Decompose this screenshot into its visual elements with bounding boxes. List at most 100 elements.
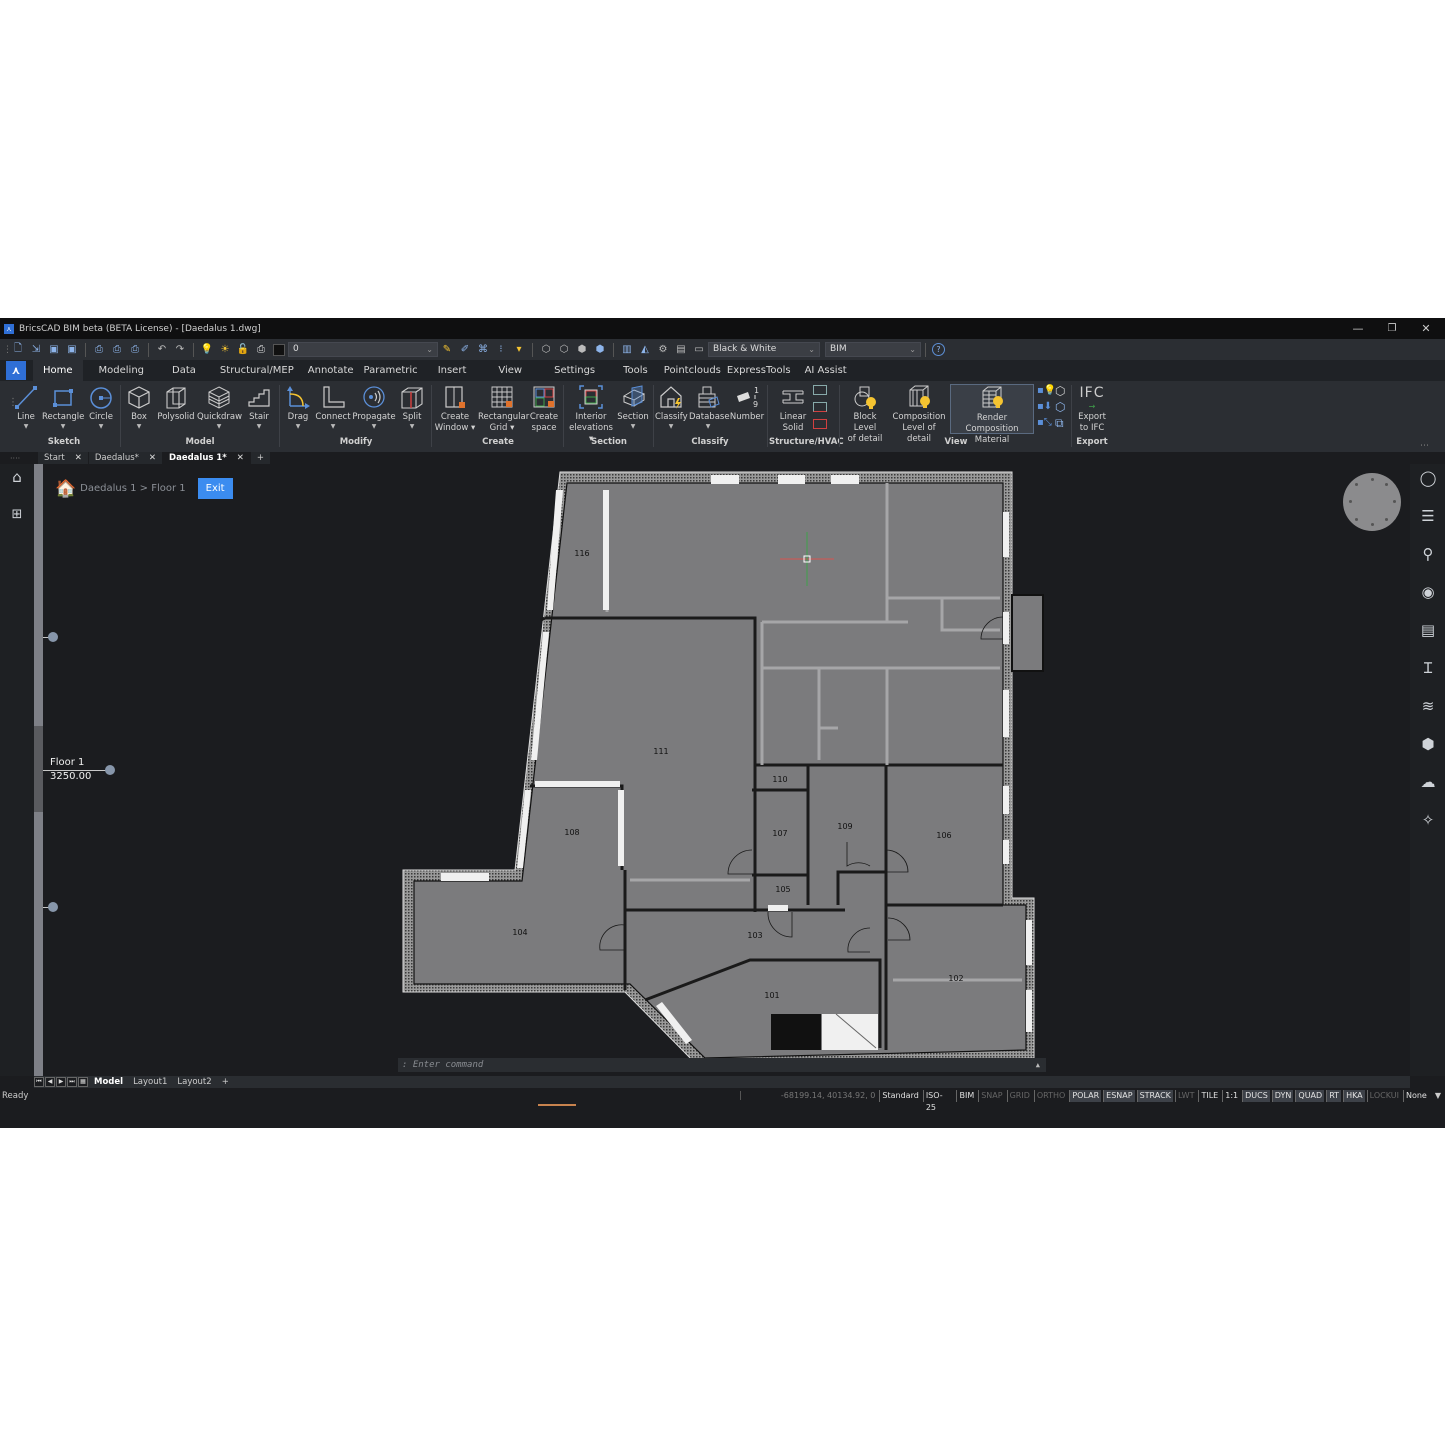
propagate-panel-icon[interactable]: ◉ (1418, 582, 1438, 602)
undo-icon[interactable]: ↶ (155, 343, 169, 357)
status-toggle-polar[interactable]: POLAR (1069, 1089, 1102, 1102)
connect-tool[interactable]: Connect ▼ (315, 384, 351, 431)
polysolid-tool[interactable]: Polysolid (156, 384, 196, 423)
view-cube-blue-icon[interactable]: ⬡ (1055, 400, 1065, 414)
properties-icon[interactable]: ▥ (620, 343, 634, 357)
tab-modeling[interactable]: Modeling (89, 360, 155, 381)
number-tool[interactable]: 19 Number (729, 384, 765, 423)
layer-plot-icon[interactable]: ⎙ (254, 343, 268, 357)
export-ifc-tool[interactable]: IFC → Export to IFC (1074, 384, 1110, 434)
open-file-icon[interactable]: ⇲ (29, 343, 43, 357)
status-toggle-1-1[interactable]: 1:1 (1222, 1089, 1240, 1102)
view-top-icon[interactable]: ⬡ (539, 343, 553, 357)
status-toggle-standard[interactable]: Standard (879, 1089, 920, 1102)
layer-match-icon[interactable]: ✎ (440, 343, 454, 357)
close-button[interactable]: ✕ (1409, 318, 1443, 339)
command-line-input[interactable]: : Enter command ▲ (398, 1058, 1046, 1072)
layer-thaw-icon[interactable]: ☀ (218, 343, 232, 357)
status-toggle-snap[interactable]: SNAP (978, 1089, 1004, 1102)
cloud-upload-icon[interactable]: ☁ (1418, 772, 1438, 792)
tab-settings[interactable]: Settings (544, 360, 605, 381)
balloon-icon[interactable]: ⚲ (1418, 544, 1438, 564)
structure-tree-icon[interactable]: ⊞ (8, 506, 26, 524)
block-level-of-detail-tool[interactable]: Block Level of detail (842, 384, 888, 445)
document-icon[interactable]: ▤ (674, 343, 688, 357)
layer-unlock-icon[interactable]: 🔓 (236, 343, 250, 357)
box-tool[interactable]: Box ▼ (126, 384, 152, 431)
section-tool[interactable]: Section ▼ (617, 384, 649, 431)
layer-on-icon[interactable]: 💡 (200, 343, 214, 357)
command-history-toggle-icon[interactable]: ▲ (1036, 1058, 1040, 1072)
stair-tool[interactable]: Stair ▼ (245, 384, 273, 431)
tab-data[interactable]: Data (162, 360, 206, 381)
tab-view[interactable]: View (488, 360, 532, 381)
layer-states-icon[interactable]: ⌘ (476, 343, 490, 357)
status-toggle-tile[interactable]: TILE (1198, 1089, 1220, 1102)
line-tool[interactable]: Line ▼ (12, 384, 40, 431)
tab-annotate[interactable]: Annotate (304, 360, 358, 381)
navigation-wheel[interactable] (1343, 473, 1401, 531)
print-preview-icon[interactable]: ⎙ (92, 343, 106, 357)
add-layout-button[interactable]: + (217, 1077, 234, 1087)
compositions-icon[interactable]: ▤ (1418, 620, 1438, 640)
status-toggle-lockui[interactable]: LOCKUI (1366, 1089, 1401, 1102)
drawing-viewport[interactable]: 🏠 Daedalus 1 > Floor 1 Exit Floor 1 3250… (43, 464, 1410, 1076)
status-toggle-grid[interactable]: GRID (1006, 1089, 1032, 1102)
render-composition-material-tool[interactable]: Render Composition Material (950, 384, 1034, 445)
layout-grid-icon[interactable]: ▦ (78, 1077, 88, 1087)
status-toggle-lwt[interactable]: LWT (1174, 1089, 1197, 1102)
status-toggle-none[interactable]: None (1402, 1089, 1429, 1102)
pin-icon[interactable]: ✧ (1418, 810, 1438, 830)
workspace-dropdown[interactable]: BIM ⌄ (825, 342, 921, 357)
last-layout-icon[interactable]: ⏭ (67, 1077, 77, 1087)
quickdraw-tool[interactable]: Quickdraw ▼ (197, 384, 242, 431)
new-file-icon[interactable]: 🗋 (11, 343, 25, 357)
tabs-grip[interactable]: ···· (0, 454, 38, 463)
render-window-icon[interactable]: ▭ (692, 343, 706, 357)
status-toggle-hka[interactable]: HKA (1343, 1089, 1365, 1102)
drag-tool[interactable]: Drag ▼ (284, 384, 312, 431)
tab-home[interactable]: Home (33, 360, 83, 381)
view-iso-icon[interactable]: ⬡ (557, 343, 571, 357)
composition-level-of-detail-tool[interactable]: Composition Level of detail (890, 384, 948, 445)
layer-color-swatch[interactable] (273, 343, 285, 356)
layer-bulb-icon[interactable]: ▾ (512, 343, 526, 357)
beam-profile-icon[interactable] (813, 385, 827, 395)
layout-tab-layout2[interactable]: Layout2 (172, 1077, 216, 1087)
profiles-icon[interactable]: Ɪ (1418, 658, 1438, 678)
lightbulb-icon[interactable]: ◯ (1418, 468, 1438, 488)
new-tab-button[interactable]: + (250, 452, 271, 464)
help-icon[interactable]: ? (932, 343, 945, 356)
print-icon[interactable]: ⎙ (110, 343, 124, 357)
save-as-icon[interactable]: ▣ (65, 343, 79, 357)
first-layout-icon[interactable]: ⏮ (34, 1077, 44, 1087)
layer-iso-icon[interactable]: ⁝ (494, 343, 508, 357)
floor-plan[interactable]: 116 111 110 108 107 109 106 105 104 103 … (43, 464, 1410, 1076)
tab-pointclouds[interactable]: Pointclouds (662, 360, 723, 381)
tab-ai-assist[interactable]: AI Assist (795, 360, 857, 381)
linear-solid-tool[interactable]: Linear Solid (776, 384, 810, 434)
rectangular-grid-tool[interactable]: Rectangular Grid ▾ (478, 384, 529, 434)
view-layers-icon[interactable]: ⧉ (1055, 416, 1064, 431)
split-tool[interactable]: Split ▼ (398, 384, 426, 431)
status-toggle-bim[interactable]: BIM (956, 1089, 976, 1102)
doc-tab-daedalus[interactable]: Daedalus* ✕ (88, 452, 163, 464)
rectangle-tool[interactable]: Rectangle ▼ (42, 384, 84, 431)
tab-expresstools[interactable]: ExpressTools (723, 360, 795, 381)
status-toggle-iso-25[interactable]: ISO-25 (922, 1089, 955, 1112)
view-cube-outline-icon[interactable]: ⬡ (1055, 384, 1065, 398)
status-toggle-quad[interactable]: QUAD (1295, 1089, 1325, 1102)
next-layout-icon[interactable]: ▶ (56, 1077, 66, 1087)
status-toggle-ortho[interactable]: ORTHO (1033, 1089, 1067, 1102)
lod-toggle-2-icon[interactable]: ▪⬇ (1037, 401, 1052, 412)
properties-sliders-icon[interactable]: ☰ (1418, 506, 1438, 526)
building-level-bar[interactable] (34, 464, 43, 1076)
status-toggle-rt[interactable]: RT (1326, 1089, 1342, 1102)
redo-icon[interactable]: ↷ (173, 343, 187, 357)
view-front-icon[interactable]: ⬢ (575, 343, 589, 357)
layer-dropdown[interactable]: 0 ⌄ (288, 342, 438, 357)
restore-button[interactable]: ❐ (1375, 318, 1409, 339)
library-icon[interactable]: ⬢ (1418, 734, 1438, 754)
tab-insert[interactable]: Insert (428, 360, 477, 381)
status-toggle-esnap[interactable]: ESNAP (1103, 1089, 1135, 1102)
